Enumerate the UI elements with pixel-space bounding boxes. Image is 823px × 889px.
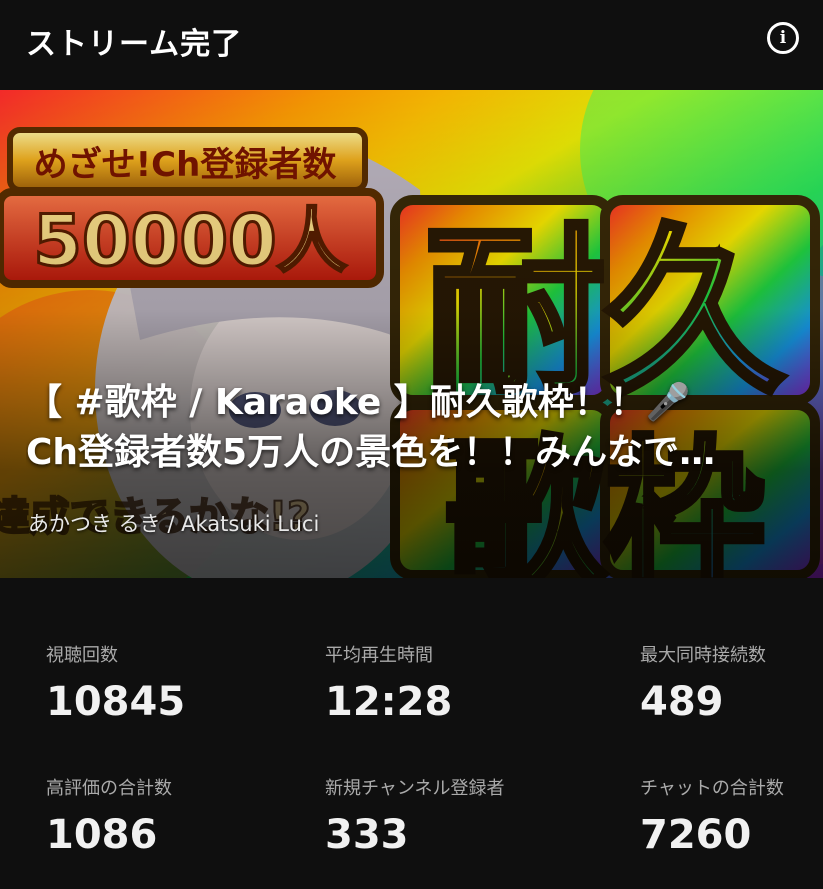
thumbnail-overlay bbox=[0, 90, 823, 578]
stat-chat-messages: チャットの合計数 7260 bbox=[640, 774, 784, 858]
video-title-line-1: 【 #歌枠 / Karaoke 】耐久歌枠！！🎤 bbox=[26, 382, 691, 423]
stat-likes: 高評価の合計数 1086 bbox=[46, 774, 172, 858]
stat-label: チャットの合計数 bbox=[640, 778, 784, 799]
info-button[interactable]: i bbox=[767, 22, 799, 54]
stat-label: 視聴回数 bbox=[46, 645, 118, 666]
top-bar: ストリーム完了 i bbox=[0, 0, 823, 90]
stat-value: 333 bbox=[325, 812, 409, 858]
stream-thumbnail[interactable]: めざせ!Ch登録者数 50000人 耐久 歌枠 達成できるかな!? 【 #歌枠 … bbox=[0, 90, 823, 578]
stat-value: 489 bbox=[640, 679, 724, 725]
stat-label: 最大同時接続数 bbox=[640, 645, 766, 666]
stat-value: 10845 bbox=[46, 679, 186, 725]
stat-value: 7260 bbox=[640, 812, 752, 858]
page-title: ストリーム完了 bbox=[26, 27, 243, 62]
stat-avg-watch-time: 平均再生時間 12:28 bbox=[325, 641, 452, 725]
stat-peak-concurrent: 最大同時接続数 489 bbox=[640, 641, 766, 725]
info-icon: i bbox=[779, 27, 787, 48]
stream-stats: 視聴回数 10845 平均再生時間 12:28 最大同時接続数 489 高評価の… bbox=[0, 578, 823, 889]
stat-value: 1086 bbox=[46, 812, 158, 858]
stat-label: 新規チャンネル登録者 bbox=[325, 778, 505, 799]
stat-views: 視聴回数 10845 bbox=[46, 641, 185, 725]
stat-new-subscribers: 新規チャンネル登録者 333 bbox=[325, 774, 504, 858]
stat-label: 高評価の合計数 bbox=[46, 778, 172, 799]
channel-name: あかつき るき / Akatsuki Luci bbox=[28, 512, 320, 536]
stat-value: 12:28 bbox=[325, 679, 453, 725]
stat-label: 平均再生時間 bbox=[325, 645, 433, 666]
video-title-line-2: Ch登録者数5万人の景色を！！みんなで… bbox=[26, 432, 716, 473]
video-title: 【 #歌枠 / Karaoke 】耐久歌枠！！🎤 Ch登録者数5万人の景色を！！… bbox=[26, 378, 806, 478]
